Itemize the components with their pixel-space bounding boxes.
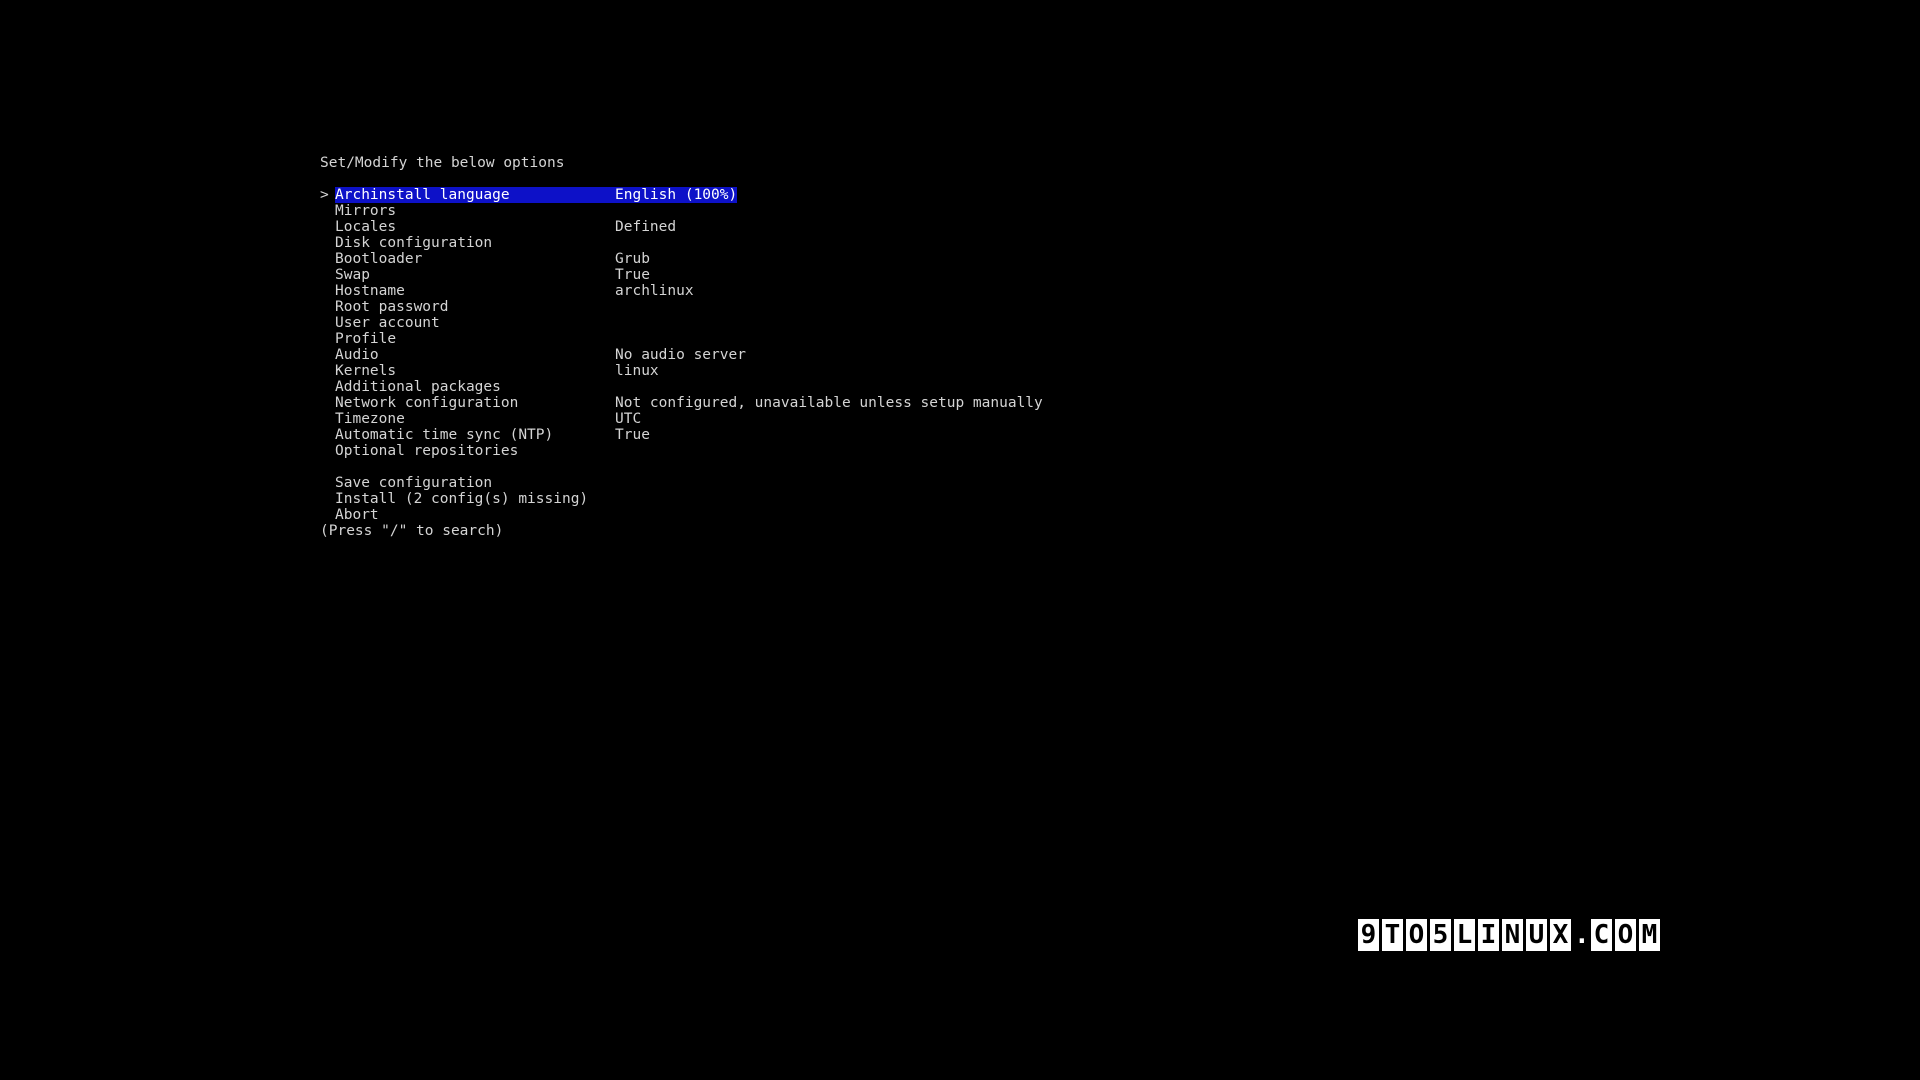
- menu-item-label: Archinstall language: [335, 187, 510, 203]
- search-hint: (Press "/" to search): [320, 523, 504, 539]
- menu-item-label: Audio: [335, 347, 379, 363]
- menu-item-label: Optional repositories: [335, 443, 519, 459]
- selection-highlight: Archinstall language English (100%): [335, 187, 738, 203]
- options-list: > Archinstall language English (100%) Mi…: [320, 187, 1220, 459]
- site-watermark-logo: 9 T O 5 L I N U X . C O M: [1358, 919, 1660, 951]
- menu-header: Set/Modify the below options: [320, 155, 565, 171]
- menu-item-label: Profile: [335, 331, 397, 347]
- menu-item-label: Bootloader: [335, 251, 423, 267]
- menu-item-value: Defined: [615, 219, 677, 235]
- menu-item-label: Root password: [335, 299, 449, 315]
- menu-item-hostname[interactable]: Hostname archlinux: [320, 283, 1220, 299]
- menu-item-automatic-time-sync[interactable]: Automatic time sync (NTP) True: [320, 427, 1220, 443]
- menu-item-label: Automatic time sync (NTP): [335, 427, 554, 443]
- menu-item-root-password[interactable]: Root password: [320, 299, 1220, 315]
- actions-list: Save configuration Install (2 config(s) …: [320, 475, 1220, 523]
- watermark-char: C: [1591, 919, 1612, 951]
- menu-item-audio[interactable]: Audio No audio server: [320, 347, 1220, 363]
- watermark-char: O: [1615, 919, 1636, 951]
- menu-item-swap[interactable]: Swap True: [320, 267, 1220, 283]
- watermark-char: X: [1550, 919, 1571, 951]
- watermark-char: I: [1478, 919, 1499, 951]
- menu-item-label: Network configuration: [335, 395, 519, 411]
- menu-item-label: Kernels: [335, 363, 397, 379]
- menu-separator: [320, 459, 1220, 475]
- watermark-char: 5: [1430, 919, 1451, 951]
- menu-item-bootloader[interactable]: Bootloader Grub: [320, 251, 1220, 267]
- menu-item-value: UTC: [615, 411, 642, 427]
- menu-item-abort[interactable]: Abort: [320, 507, 1220, 523]
- watermark-char: .: [1574, 920, 1590, 950]
- menu-item-mirrors[interactable]: Mirrors: [320, 203, 1220, 219]
- menu-item-value: True: [615, 427, 650, 443]
- action-label: Save configuration: [335, 475, 493, 491]
- menu-item-label: Swap: [335, 267, 370, 283]
- menu-item-timezone[interactable]: Timezone UTC: [320, 411, 1220, 427]
- menu-item-value: Not configured, unavailable unless setup…: [615, 395, 1043, 411]
- menu-item-label: User account: [335, 315, 440, 331]
- menu-item-locales[interactable]: Locales Defined: [320, 219, 1220, 235]
- menu-item-label: Locales: [335, 219, 397, 235]
- menu-item-user-account[interactable]: User account: [320, 315, 1220, 331]
- menu-item-save-configuration[interactable]: Save configuration: [320, 475, 1220, 491]
- menu-item-label: Mirrors: [335, 203, 397, 219]
- watermark-char: L: [1454, 919, 1475, 951]
- watermark-char: M: [1639, 919, 1660, 951]
- menu-item-additional-packages[interactable]: Additional packages: [320, 379, 1220, 395]
- menu-item-value: linux: [615, 363, 659, 379]
- menu-item-optional-repositories[interactable]: Optional repositories: [320, 443, 1220, 459]
- menu-item-archinstall-language[interactable]: > Archinstall language English (100%): [320, 187, 1220, 203]
- menu-item-install[interactable]: Install (2 config(s) missing): [320, 491, 1220, 507]
- menu-item-disk-configuration[interactable]: Disk configuration: [320, 235, 1220, 251]
- menu-item-network-configuration[interactable]: Network configuration Not configured, un…: [320, 395, 1220, 411]
- menu-item-profile[interactable]: Profile: [320, 331, 1220, 347]
- archinstall-menu: Set/Modify the below options > Archinsta…: [320, 155, 1220, 539]
- menu-item-value: Grub: [615, 251, 650, 267]
- menu-item-label: Disk configuration: [335, 235, 493, 251]
- watermark-char: U: [1526, 919, 1547, 951]
- menu-item-label: Timezone: [335, 411, 405, 427]
- selection-cursor: >: [320, 187, 329, 203]
- menu-item-label: Additional packages: [335, 379, 501, 395]
- menu-item-value: archlinux: [615, 283, 694, 299]
- watermark-char: 9: [1358, 919, 1379, 951]
- menu-item-value: English (100%): [615, 187, 738, 203]
- watermark-char: T: [1382, 919, 1403, 951]
- menu-item-kernels[interactable]: Kernels linux: [320, 363, 1220, 379]
- terminal-screen: Set/Modify the below options > Archinsta…: [0, 0, 1920, 1080]
- menu-item-value: No audio server: [615, 347, 746, 363]
- menu-item-value: True: [615, 267, 650, 283]
- menu-item-label: Hostname: [335, 283, 405, 299]
- watermark-char: O: [1406, 919, 1427, 951]
- action-label: Abort: [335, 507, 379, 523]
- watermark-char: N: [1502, 919, 1523, 951]
- action-label: Install (2 config(s) missing): [335, 491, 589, 507]
